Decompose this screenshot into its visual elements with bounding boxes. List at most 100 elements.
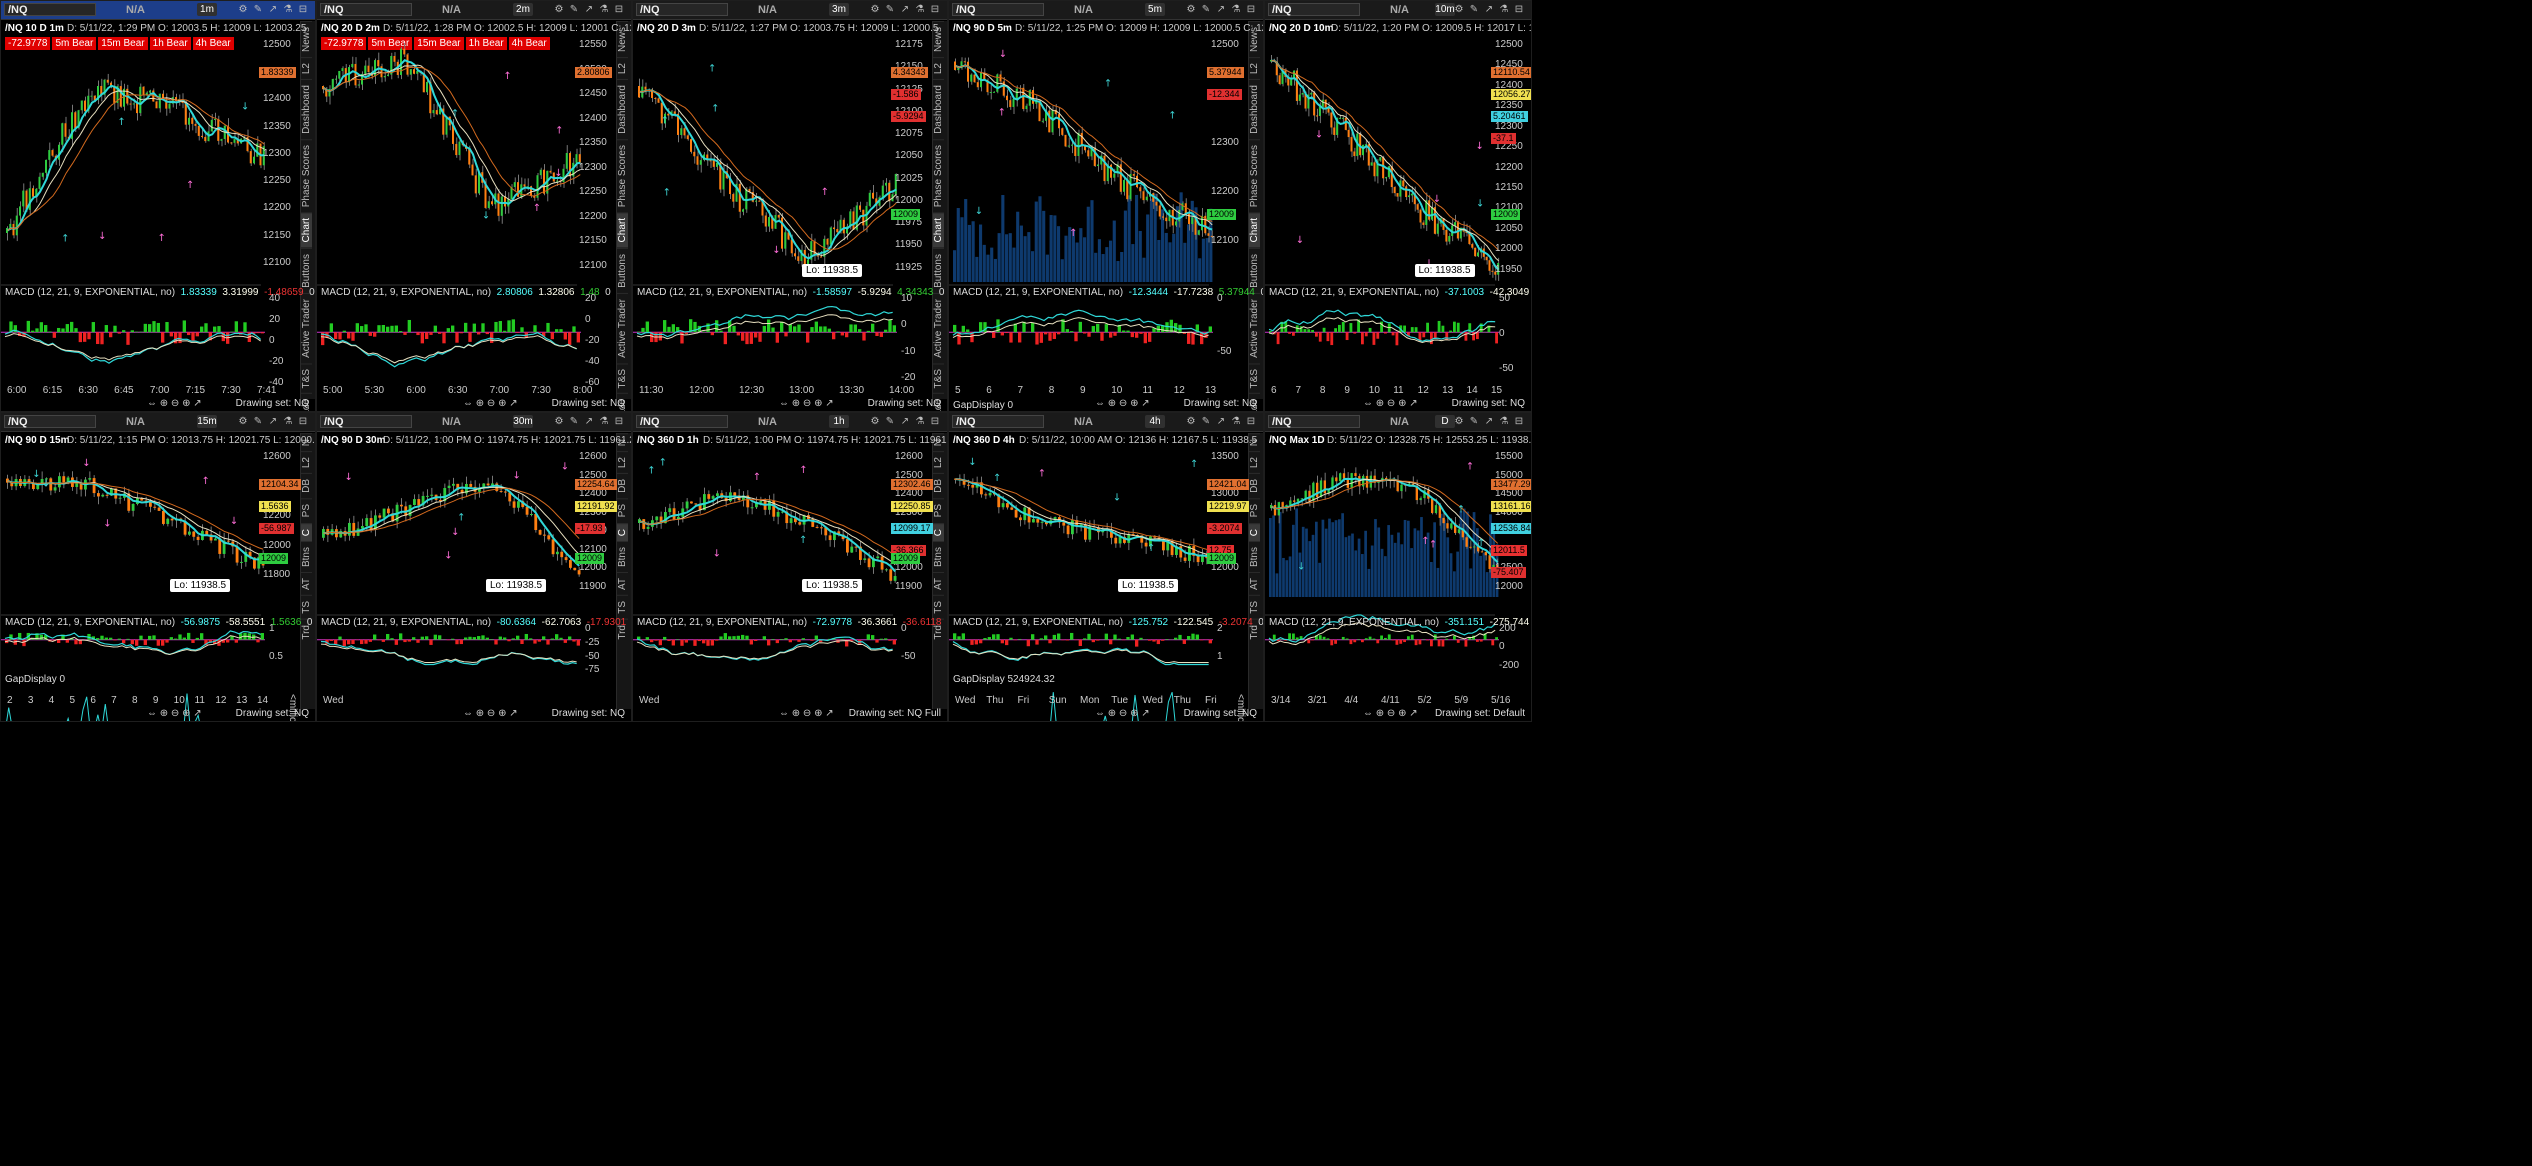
- macd-histogram-bar: [503, 330, 507, 333]
- macd-histogram-bar: [1311, 639, 1314, 641]
- macd-histogram-bar: [425, 636, 429, 640]
- candle: [732, 194, 735, 202]
- candle: [1010, 507, 1014, 510]
- drawing-set-label[interactable]: Drawing set: NQ: [1452, 398, 1525, 409]
- drawing-set-label[interactable]: Drawing set: NQ Full: [849, 708, 941, 719]
- candle: [64, 123, 67, 137]
- candle: [455, 143, 458, 156]
- macd-axis-label: 0: [585, 314, 591, 325]
- price-tag: -56.987: [259, 523, 294, 534]
- drawing-set-label[interactable]: Drawing set: NQ: [1184, 398, 1257, 409]
- macd-histogram-bar: [243, 322, 247, 333]
- signal-arrow-icon: ↑: [157, 233, 165, 244]
- macd-histogram-bar: [555, 634, 559, 640]
- zoom-controls[interactable]: ⇔ ⊕ ⊖ ⊕ ↗: [779, 708, 834, 719]
- candle: [153, 506, 157, 508]
- drawing-set-label[interactable]: Drawing set: NQ: [236, 398, 309, 409]
- macd-histogram-bar: [550, 638, 554, 640]
- signal-arrow-icon: ↓: [103, 519, 111, 530]
- candle: [469, 483, 473, 487]
- candle: [335, 78, 337, 80]
- chart-panel-2[interactable]: /NQ N/A 3m ⚙ ✎ ↗ ⚗ ⊟ News L2 Dashboard Phase Scores…: [632, 0, 948, 412]
- chart-panel-5[interactable]: /NQ N/A 15m ⚙ ✎ ↗ ⚗ ⊟ N L2 DB PS C Btns AT TS Trd/NQ 90 …: [0, 412, 316, 722]
- macd-histogram-bar: [775, 332, 779, 343]
- candle: [547, 535, 551, 540]
- macd-histogram-bar: [1315, 332, 1318, 337]
- volume-bar: [971, 221, 975, 282]
- macd-histogram-bar: [1187, 332, 1191, 344]
- drawing-set-label[interactable]: Drawing set: NQ: [552, 708, 625, 719]
- time-axis-label: 12:30: [739, 385, 765, 396]
- price-axis-label: 12100: [579, 259, 607, 271]
- volume-bar: [1008, 233, 1012, 282]
- zoom-controls[interactable]: ⇔ ⊕ ⊖ ⊕ ↗: [463, 398, 518, 409]
- macd-histogram-bar: [645, 637, 649, 640]
- macd-histogram-bar: [1143, 332, 1147, 344]
- candle: [58, 476, 61, 488]
- chart-panel-0[interactable]: /NQ N/A 1m ⚙ ✎ ↗ ⚗ ⊟ News L2 Dashboard Phase Scores…: [0, 0, 316, 412]
- zoom-controls[interactable]: ⇔ ⊕ ⊖ ⊕ ↗: [1363, 398, 1418, 409]
- price-chart-svg[interactable]: ↓↓↓↓↓↓: [1265, 1, 1532, 412]
- chart-bottom-bar: ⇔ ⊕ ⊖ ⊕ ↗ Drawing set: NQ: [633, 397, 947, 411]
- candle: [707, 494, 711, 499]
- macd-histogram-bar: [477, 636, 481, 640]
- candle: [184, 102, 187, 125]
- macd-histogram-bar: [520, 639, 524, 645]
- zoom-controls[interactable]: ⇔ ⊕ ⊖ ⊕ ↗: [779, 398, 834, 409]
- chart-panel-6[interactable]: /NQ N/A 30m ⚙ ✎ ↗ ⚗ ⊟ N L2 DB PS C Btns AT TS Trd/NQ 90 …: [316, 412, 632, 722]
- macd-histogram-bar: [399, 331, 403, 333]
- candle: [1339, 117, 1341, 119]
- macd-title: MACD (12, 21, 9, EXPONENTIAL, no): [1269, 617, 1440, 628]
- macd-histogram-bar: [1456, 639, 1460, 643]
- macd-histogram-bar: [1491, 639, 1495, 646]
- zoom-controls[interactable]: ⇔ ⊕ ⊖ ⊕ ↗: [1095, 708, 1150, 719]
- macd-zero: 0: [938, 287, 945, 298]
- macd-histogram-bar: [122, 639, 126, 644]
- chart-panel-3[interactable]: /NQ N/A 5m ⚙ ✎ ↗ ⚗ ⊟ News L2 Dashboard Phase Scores…: [948, 0, 1264, 412]
- drawing-set-label[interactable]: Drawing set: NQ: [868, 398, 941, 409]
- volume-bar: [1146, 214, 1150, 282]
- drawing-set-label[interactable]: Drawing set: NQ: [1184, 708, 1257, 719]
- macd-histogram-bar: [507, 320, 511, 333]
- macd-histogram-bar: [161, 332, 165, 343]
- volume-bar: [1403, 519, 1407, 597]
- macd-histogram-bar: [1380, 635, 1383, 640]
- candle: [1400, 484, 1403, 492]
- chart-panel-8[interactable]: /NQ N/A 4h ⚙ ✎ ↗ ⚗ ⊟ N L2 DB PS C Btns AT TS Trd/NQ 360 …: [948, 412, 1264, 722]
- signal-arrow-icon: ↓: [772, 245, 780, 256]
- macd-histogram-bar: [1372, 332, 1376, 345]
- drawing-set-label[interactable]: Drawing set: NQ: [236, 708, 309, 719]
- macd-histogram-bar: [788, 639, 792, 643]
- candle: [1136, 175, 1138, 188]
- chart-panel-4[interactable]: /NQ N/A 10m ⚙ ✎ ↗ ⚗ ⊟/NQ 20 D 10m D: 5/11/22, 1:…: [1264, 0, 1532, 412]
- volume-bar: [1384, 556, 1387, 597]
- time-axis-label: 12: [215, 695, 227, 706]
- macd-value: -80.6364: [496, 617, 537, 628]
- candle: [1006, 95, 1008, 101]
- zoom-controls[interactable]: ⇔ ⊕ ⊖ ⊕ ↗: [147, 398, 202, 409]
- drawing-set-label[interactable]: Drawing set: Default: [1435, 708, 1525, 719]
- candle: [51, 150, 54, 156]
- candle: [1310, 92, 1313, 95]
- volume-bar: [1479, 555, 1482, 597]
- candle: [1071, 520, 1074, 535]
- chart-panel-9[interactable]: /NQ N/A D ⚙ ✎ ↗ ⚗ ⊟/NQ Max 1D D: 5/11/22 O: 1232…: [1264, 412, 1532, 722]
- time-axis-label: 7: [111, 695, 117, 706]
- chart-panel-1[interactable]: /NQ N/A 2m ⚙ ✎ ↗ ⚗ ⊟ News L2 Dashboard Phase Scores…: [316, 0, 632, 412]
- volume-bar: [1380, 548, 1384, 597]
- zoom-controls[interactable]: ⇔ ⊕ ⊖ ⊕ ↗: [1363, 708, 1418, 719]
- zoom-controls[interactable]: ⇔ ⊕ ⊖ ⊕ ↗: [463, 708, 518, 719]
- macd-diff: 5.37944: [1218, 287, 1255, 298]
- macd-histogram-bar: [1437, 639, 1441, 647]
- macd-histogram-bar: [1187, 636, 1191, 640]
- volume-bar: [1086, 206, 1090, 282]
- zoom-controls[interactable]: ⇔ ⊕ ⊖ ⊕ ↗: [1095, 398, 1150, 409]
- volume-bar: [1347, 535, 1351, 597]
- macd-histogram-bar: [563, 639, 567, 643]
- candle: [973, 74, 976, 83]
- volume-bar: [1112, 220, 1116, 282]
- chart-panel-7[interactable]: /NQ N/A 1h ⚙ ✎ ↗ ⚗ ⊟ N L2 DB PS C Btns AT TS Trd/NQ 360 …: [632, 412, 948, 722]
- drawing-set-label[interactable]: Drawing set: NQ: [552, 398, 625, 409]
- time-axis-label: Sun: [1048, 695, 1067, 706]
- zoom-controls[interactable]: ⇔ ⊕ ⊖ ⊕ ↗: [147, 708, 202, 719]
